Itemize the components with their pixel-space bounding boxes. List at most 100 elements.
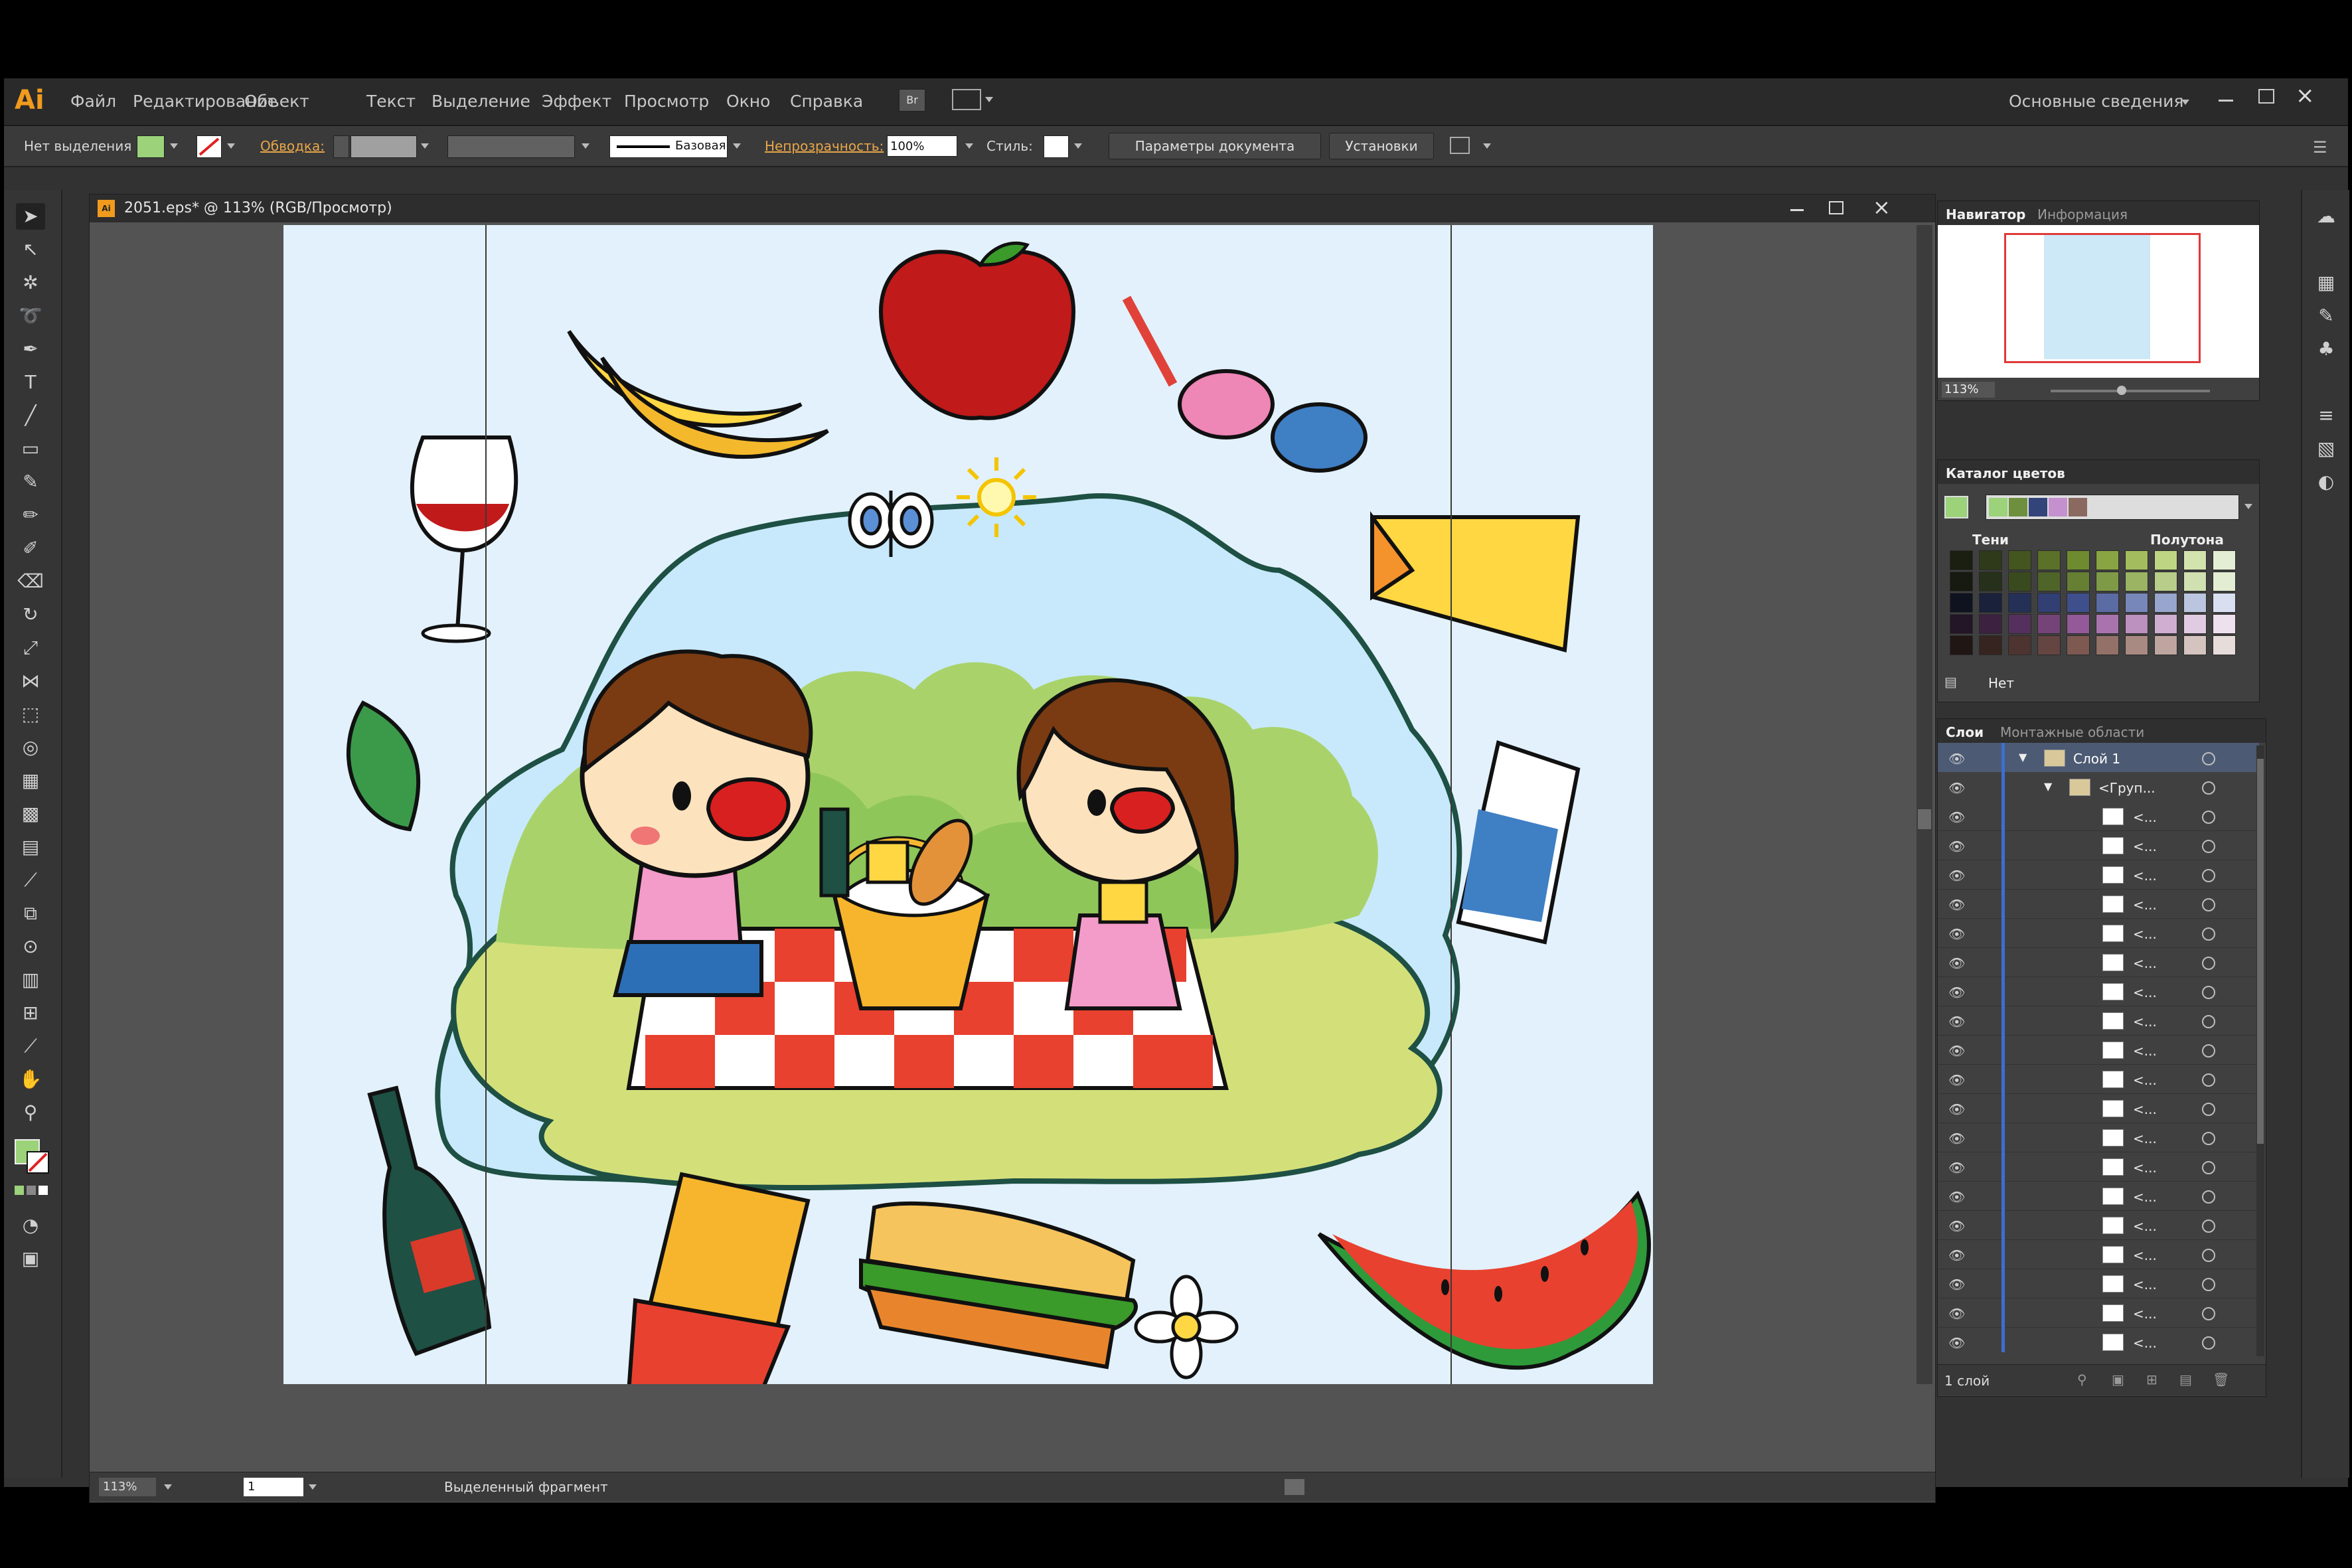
rectangle-tool-icon[interactable]: ▭ (16, 435, 45, 462)
color-variation-swatch[interactable] (2213, 614, 2236, 634)
menu-object[interactable]: Объект (244, 92, 309, 111)
status-text[interactable]: Выделенный фрагмент (444, 1479, 608, 1495)
harmony-swatch[interactable] (1989, 498, 2007, 516)
pencil-tool-icon[interactable]: ✏ (16, 502, 45, 528)
harmony-rules[interactable] (1986, 495, 2239, 520)
stroke-color-swatch[interactable] (27, 1151, 49, 1174)
navigator-preview[interactable] (1938, 225, 2259, 378)
rotate-tool-icon[interactable]: ↻ (16, 601, 45, 628)
item-name[interactable]: <... (2133, 1306, 2157, 1322)
tab-artboards[interactable]: Монтажные области (2000, 724, 2144, 740)
chevron-down-icon[interactable] (1483, 143, 1491, 149)
layer-item-row[interactable]: 👁 <... (1938, 889, 2259, 919)
visibility-eye-icon[interactable]: 👁 (1948, 838, 1965, 854)
color-variation-swatch[interactable] (2096, 550, 2119, 570)
visibility-eye-icon[interactable]: 👁 (1948, 751, 1965, 767)
line-tool-icon[interactable]: ╱ (16, 402, 45, 429)
stroke-weight-stepper[interactable] (333, 135, 349, 158)
stroke-panel-icon[interactable]: ≡ (2312, 402, 2341, 429)
visibility-eye-icon[interactable]: 👁 (1948, 1131, 1965, 1146)
color-variation-grid[interactable] (1944, 550, 2250, 663)
item-name[interactable]: <... (2133, 1218, 2157, 1234)
layer-item-row[interactable]: 👁 <... (1938, 1093, 2259, 1123)
stroke-swatch[interactable] (196, 135, 222, 158)
guide-line[interactable] (485, 225, 487, 1384)
color-variation-swatch[interactable] (2008, 593, 2031, 613)
visibility-eye-icon[interactable]: 👁 (1948, 1306, 1965, 1322)
shape-builder-tool-icon[interactable]: ◎ (16, 734, 45, 761)
color-variation-swatch[interactable] (2183, 614, 2207, 634)
eyedropper-tool-icon[interactable]: ⟋ (16, 867, 45, 894)
layer-item-row[interactable]: 👁 <... (1938, 1327, 2259, 1352)
visibility-eye-icon[interactable]: 👁 (1948, 1160, 1965, 1176)
scroll-thumb[interactable] (1918, 809, 1931, 829)
layer-item-row[interactable]: 👁 <... (1938, 1006, 2259, 1036)
item-name[interactable]: <... (2133, 955, 2157, 971)
stroke-weight-field[interactable] (351, 135, 417, 158)
item-name[interactable]: <... (2133, 1189, 2157, 1205)
menu-type[interactable]: Текст (366, 92, 416, 111)
color-variation-swatch[interactable] (1979, 593, 2002, 613)
item-name[interactable]: <... (2133, 926, 2157, 942)
zoom-field[interactable]: 113% (99, 1478, 156, 1496)
picnic-illustration[interactable] (283, 225, 1653, 1384)
color-variation-swatch[interactable] (2125, 614, 2148, 634)
item-name[interactable]: <... (2133, 1277, 2157, 1293)
color-variation-swatch[interactable] (2125, 550, 2148, 570)
color-variation-swatch[interactable] (2037, 593, 2061, 613)
item-name[interactable]: <... (2133, 1043, 2157, 1059)
chevron-down-icon[interactable] (170, 143, 178, 149)
scroll-thumb[interactable] (2257, 759, 2264, 1144)
group-name[interactable]: <Груп... (2098, 780, 2156, 796)
layer-target-icon[interactable] (2202, 1219, 2215, 1233)
chevron-down-icon[interactable] (421, 143, 429, 149)
layer-item-row[interactable]: 👁 <... (1938, 1269, 2259, 1298)
workspace-switcher[interactable]: Основные сведения (2009, 92, 2183, 111)
color-variation-swatch[interactable] (2037, 550, 2061, 570)
visibility-eye-icon[interactable]: 👁 (1948, 1072, 1965, 1088)
color-variation-swatch[interactable] (2037, 635, 2061, 655)
layer-target-icon[interactable] (2202, 1249, 2215, 1262)
chevron-down-icon[interactable] (965, 143, 973, 149)
guide-line[interactable] (1450, 225, 1452, 1384)
minimize-icon[interactable] (2219, 100, 2233, 102)
layer-item-row[interactable]: 👁 <... (1938, 1181, 2259, 1211)
item-name[interactable]: <... (2133, 868, 2157, 884)
color-variation-swatch[interactable] (2125, 593, 2148, 613)
color-variation-swatch[interactable] (2008, 572, 2031, 591)
eraser-tool-icon[interactable]: ⌫ (16, 568, 45, 595)
layer-target-icon[interactable] (2202, 752, 2215, 765)
symbols-icon[interactable]: ♣ (2312, 336, 2341, 362)
doc-minimize-icon[interactable] (1790, 209, 1804, 211)
transparency-icon[interactable]: ◐ (2312, 469, 2341, 495)
layer-target-icon[interactable] (2202, 1278, 2215, 1291)
color-variation-swatch[interactable] (2154, 614, 2177, 634)
align-icon[interactable] (1450, 137, 1470, 154)
layer-target-icon[interactable] (2202, 1336, 2215, 1350)
color-variation-swatch[interactable] (1979, 614, 2002, 634)
layer-item-row[interactable]: 👁 <... (1938, 860, 2259, 890)
brushes-icon[interactable]: ✎ (2312, 303, 2341, 329)
slider-knob[interactable] (2117, 386, 2126, 395)
lasso-tool-icon[interactable]: ➰ (16, 303, 45, 329)
layers-scrollbar[interactable] (2256, 745, 2264, 1356)
color-variation-swatch[interactable] (2067, 550, 2090, 570)
layer-target-icon[interactable] (2202, 1103, 2215, 1116)
new-sublayer-icon[interactable]: ⊞ (2146, 1372, 2157, 1387)
menu-file[interactable]: Файл (70, 92, 116, 111)
doc-close-icon[interactable]: × (1873, 195, 1891, 220)
color-variation-swatch[interactable] (2067, 572, 2090, 591)
artboard-number-field[interactable]: 1 (244, 1478, 303, 1496)
layer-item-row[interactable]: 👁 <... (1938, 918, 2259, 948)
color-variation-swatch[interactable] (2125, 635, 2148, 655)
doc-maximize-icon[interactable] (1829, 201, 1843, 214)
base-color-swatch[interactable] (1944, 496, 1968, 518)
delete-layer-icon[interactable]: 🗑 (2213, 1372, 2229, 1387)
layer-item-row[interactable]: 👁 <... (1938, 1239, 2259, 1269)
color-variation-swatch[interactable] (2183, 572, 2207, 591)
pen-tool-icon[interactable]: ✒ (16, 336, 45, 362)
brush-definition[interactable]: Базовая (609, 135, 728, 158)
visibility-eye-icon[interactable]: 👁 (1948, 1101, 1965, 1117)
visibility-eye-icon[interactable]: 👁 (1948, 1189, 1965, 1205)
chevron-down-icon[interactable] (733, 143, 741, 149)
